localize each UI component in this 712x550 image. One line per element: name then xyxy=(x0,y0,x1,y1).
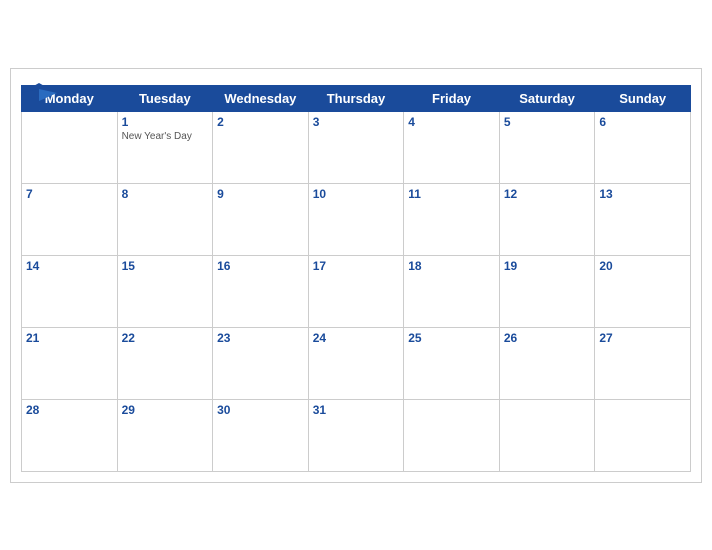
logo-container xyxy=(21,79,59,107)
calendar-table: MondayTuesdayWednesdayThursdayFridaySatu… xyxy=(21,85,691,472)
day-number: 20 xyxy=(599,259,686,273)
calendar-cell: 20 xyxy=(595,255,691,327)
day-number: 30 xyxy=(217,403,304,417)
calendar-cell: 6 xyxy=(595,111,691,183)
day-number: 2 xyxy=(217,115,304,129)
calendar-cell: 14 xyxy=(22,255,118,327)
day-number: 1 xyxy=(122,115,209,129)
calendar-cell: 1 New Year's Day xyxy=(117,111,213,183)
calendar-thead: MondayTuesdayWednesdayThursdayFridaySatu… xyxy=(22,85,691,111)
day-number: 13 xyxy=(599,187,686,201)
day-number: 9 xyxy=(217,187,304,201)
day-number: 31 xyxy=(313,403,400,417)
logo-bird-icon xyxy=(21,79,57,107)
calendar-cell xyxy=(499,399,595,471)
day-number: 14 xyxy=(26,259,113,273)
day-number: 10 xyxy=(313,187,400,201)
day-number: 22 xyxy=(122,331,209,345)
day-number: 5 xyxy=(504,115,591,129)
calendar-cell xyxy=(22,111,118,183)
calendar-cell: 8 xyxy=(117,183,213,255)
day-number: 11 xyxy=(408,187,495,201)
calendar-cell: 4 xyxy=(404,111,500,183)
day-number: 3 xyxy=(313,115,400,129)
calendar-cell: 21 xyxy=(22,327,118,399)
calendar-cell: 28 xyxy=(22,399,118,471)
day-number: 29 xyxy=(122,403,209,417)
calendar-week-row: 21 22 23 24 25 26 27 xyxy=(22,327,691,399)
weekday-header: Saturday xyxy=(499,85,595,111)
calendar-body: 1New Year's Day2345678910111213141516171… xyxy=(22,111,691,471)
weekday-header: Thursday xyxy=(308,85,404,111)
calendar-cell xyxy=(404,399,500,471)
calendar-cell: 15 xyxy=(117,255,213,327)
calendar-week-row: 789 10 11 12 13 xyxy=(22,183,691,255)
calendar-cell: 11 xyxy=(404,183,500,255)
day-number: 19 xyxy=(504,259,591,273)
calendar-wrapper: MondayTuesdayWednesdayThursdayFridaySatu… xyxy=(10,68,702,483)
calendar-cell: 19 xyxy=(499,255,595,327)
weekday-header: Sunday xyxy=(595,85,691,111)
calendar-cell: 29 xyxy=(117,399,213,471)
day-number: 8 xyxy=(122,187,209,201)
day-number: 15 xyxy=(122,259,209,273)
calendar-cell: 2 xyxy=(213,111,309,183)
day-number: 7 xyxy=(26,187,113,201)
calendar-cell: 23 xyxy=(213,327,309,399)
calendar-cell: 27 xyxy=(595,327,691,399)
calendar-cell xyxy=(595,399,691,471)
day-number: 28 xyxy=(26,403,113,417)
calendar-cell: 26 xyxy=(499,327,595,399)
day-number: 26 xyxy=(504,331,591,345)
calendar-cell: 5 xyxy=(499,111,595,183)
day-number: 16 xyxy=(217,259,304,273)
logo-area xyxy=(21,79,59,107)
weekday-header: Tuesday xyxy=(117,85,213,111)
day-number: 21 xyxy=(26,331,113,345)
day-number: 6 xyxy=(599,115,686,129)
day-number: 12 xyxy=(504,187,591,201)
calendar-cell: 18 xyxy=(404,255,500,327)
calendar-cell: 10 xyxy=(308,183,404,255)
weekday-header: Friday xyxy=(404,85,500,111)
calendar-cell: 12 xyxy=(499,183,595,255)
calendar-week-row: 14 15 16 17 18 19 20 xyxy=(22,255,691,327)
day-number: 18 xyxy=(408,259,495,273)
calendar-cell: 24 xyxy=(308,327,404,399)
day-number: 24 xyxy=(313,331,400,345)
calendar-cell: 3 xyxy=(308,111,404,183)
weekday-header-row: MondayTuesdayWednesdayThursdayFridaySatu… xyxy=(22,85,691,111)
calendar-week-row: 28 29 30 31 xyxy=(22,399,691,471)
calendar-cell: 25 xyxy=(404,327,500,399)
day-number: 23 xyxy=(217,331,304,345)
weekday-header: Wednesday xyxy=(213,85,309,111)
calendar-cell: 17 xyxy=(308,255,404,327)
calendar-cell: 30 xyxy=(213,399,309,471)
calendar-week-row: 1 New Year's Day 23456 xyxy=(22,111,691,183)
day-number: 25 xyxy=(408,331,495,345)
day-number: 4 xyxy=(408,115,495,129)
calendar-cell: 16 xyxy=(213,255,309,327)
calendar-cell: 7 xyxy=(22,183,118,255)
calendar-cell: 13 xyxy=(595,183,691,255)
holiday-label: New Year's Day xyxy=(122,131,209,142)
day-number: 27 xyxy=(599,331,686,345)
day-number: 17 xyxy=(313,259,400,273)
calendar-cell: 9 xyxy=(213,183,309,255)
calendar-cell: 22 xyxy=(117,327,213,399)
calendar-cell: 31 xyxy=(308,399,404,471)
